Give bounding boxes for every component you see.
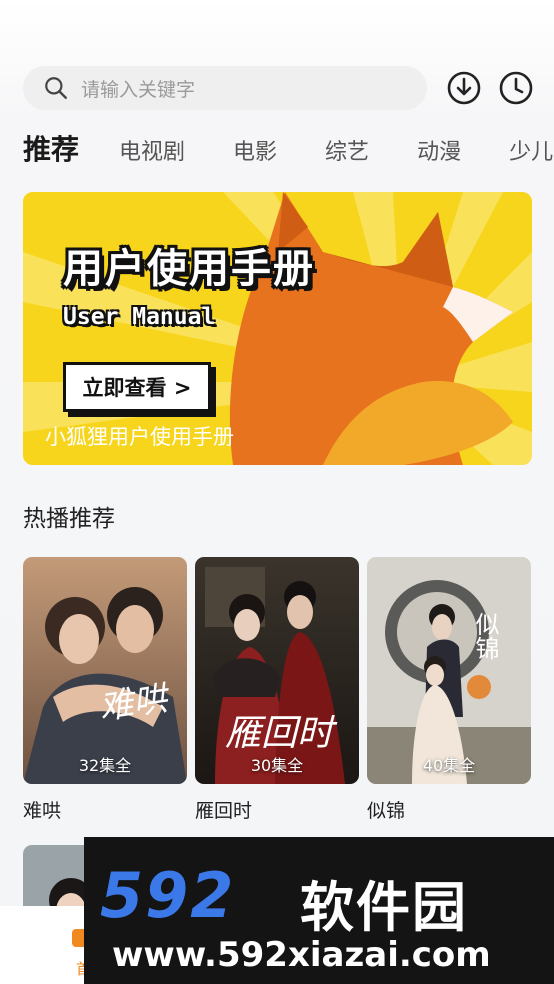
episode-badge: 40集全 [422,756,476,775]
tab-recommend[interactable]: 推荐 [23,128,79,168]
episode-badge: 32集全 [78,756,132,775]
search-icon [45,77,67,99]
view-now-button[interactable]: 立即查看 > [63,362,211,412]
banner-title: 用户使用手册 [63,246,315,292]
section-title-hot: 热播推荐 [23,506,115,532]
search-bar[interactable]: 请输入关键字 [23,66,427,110]
svg-text:似锦: 似锦 [471,612,499,660]
poster-image[interactable]: 似锦 40集全 [367,557,531,784]
poster-calligraphy: 雁回时 [225,713,338,754]
svg-text:雁回时: 雁回时 [225,713,338,754]
search-placeholder: 请输入关键字 [81,78,196,101]
episode-badge: 30集全 [250,756,304,775]
download-icon[interactable] [446,70,482,106]
banner-user-manual[interactable]: 用户使用手册 User Manual 立即查看 > 小狐狸用户使用手册 [23,192,532,465]
tab-variety[interactable]: 综艺 [325,134,369,166]
category-tabs: 推荐 电视剧 电影 综艺 动漫 少儿 [23,128,554,172]
tab-tv[interactable]: 电视剧 [119,134,185,166]
video-card[interactable]: 雁回时 30集全 雁回时 [195,557,359,823]
banner-caption: 小狐狸用户使用手册 [45,425,234,449]
tab-kids[interactable]: 少儿 [509,134,553,166]
poster-calligraphy: 难哄 [97,678,174,728]
banner-subtitle: User Manual [63,304,216,330]
poster-calligraphy: 似锦 [471,612,499,660]
poster-image[interactable]: 雁回时 30集全 [195,557,359,784]
watermark-logo: 592 [100,859,236,932]
watermark-overlay: 592 软件园 www.592xiazai.com [84,837,554,984]
watermark-name: 软件园 [300,876,468,939]
svg-text:难哄: 难哄 [97,678,174,728]
card-title[interactable]: 似锦 [367,796,531,823]
video-card[interactable]: 难哄 32集全 难哄 [23,557,187,823]
poster-image[interactable]: 难哄 32集全 [23,557,187,784]
tab-movie[interactable]: 电影 [233,134,277,166]
tab-anime[interactable]: 动漫 [417,134,461,166]
video-card[interactable]: 似锦 40集全 似锦 [367,557,531,823]
card-title[interactable]: 难哄 [23,796,187,823]
history-icon[interactable] [498,70,534,106]
card-title[interactable]: 雁回时 [195,796,359,823]
watermark-url: www.592xiazai.com [112,935,491,975]
